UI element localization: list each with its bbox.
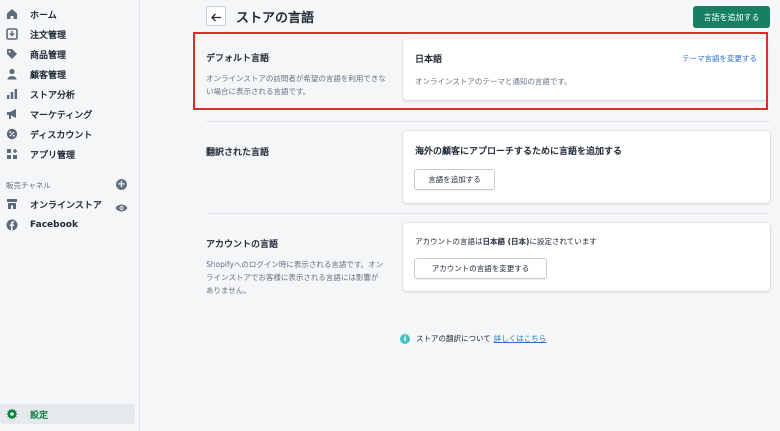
sidebar: ホーム 注文管理 商品管理 顧客管理 ストア分析 マーケティング ディスカウント… — [0, 0, 140, 431]
eye-icon[interactable] — [115, 198, 128, 217]
sidebar-item-products[interactable]: 商品管理 — [6, 45, 66, 63]
sidebar-item-label: オンラインストア — [30, 200, 102, 211]
add-language-card-button[interactable]: 言語を追加する — [414, 169, 495, 190]
translated-languages-card: 海外の顧客にアプローチするために言語を追加する 言語を追加する — [403, 131, 770, 203]
sidebar-item-settings[interactable]: 設定 — [6, 405, 48, 423]
sidebar-item-label: ストア分析 — [30, 90, 76, 101]
apps-icon — [6, 148, 18, 160]
sidebar-item-label: 商品管理 — [30, 50, 67, 61]
translated-languages-card-title: 海外の顧客にアプローチするために言語を追加する — [415, 147, 623, 157]
footer-help: i ストアの翻訳について 詳しくはこちら — [400, 333, 546, 344]
sidebar-item-orders[interactable]: 注文管理 — [6, 25, 66, 43]
sidebar-item-discounts[interactable]: ディスカウント — [6, 125, 92, 143]
account-language-prefix: アカウントの言語は — [415, 237, 483, 246]
sales-channels-label: 販売チャネル — [6, 181, 51, 190]
megaphone-icon — [6, 108, 18, 120]
sidebar-item-label: Facebook — [30, 220, 78, 230]
sidebar-item-marketing[interactable]: マーケティング — [6, 105, 92, 123]
arrow-left-icon — [210, 7, 222, 26]
account-language-desc: Shopifyへのログイン時に表示される言語です。オンラインストアでお客様に表示… — [206, 260, 384, 295]
sidebar-item-facebook[interactable]: Facebook — [6, 216, 78, 234]
account-language-card: アカウントの言語は日本語 (日本)に設定されています アカウントの言語を変更する — [403, 223, 770, 291]
person-icon — [6, 68, 18, 80]
footer-text: ストアの翻訳について — [416, 334, 491, 343]
account-language-value: 日本語 (日本) — [482, 237, 530, 246]
sidebar-item-apps[interactable]: アプリ管理 — [6, 145, 75, 163]
sidebar-item-label: ディスカウント — [30, 130, 93, 141]
home-icon — [6, 8, 18, 20]
add-sales-channel-icon[interactable]: + — [116, 179, 127, 190]
account-language-text: アカウントの言語は日本語 (日本)に設定されています — [415, 236, 597, 247]
store-icon — [6, 198, 18, 210]
sidebar-item-online-store[interactable]: オンラインストア — [6, 195, 102, 213]
gear-icon — [6, 408, 18, 420]
sidebar-item-label: 顧客管理 — [30, 70, 67, 81]
info-icon: i — [400, 333, 410, 344]
tag-icon — [6, 48, 18, 60]
account-language-suffix: に設定されています — [529, 237, 597, 246]
account-language-title: アカウントの言語 — [206, 240, 279, 250]
page-title: ストアの言語 — [236, 11, 315, 26]
change-account-language-button[interactable]: アカウントの言語を変更する — [414, 258, 547, 279]
highlight-box — [193, 32, 768, 110]
sidebar-item-label: マーケティング — [30, 110, 93, 121]
sidebar-item-home[interactable]: ホーム — [6, 5, 57, 23]
sidebar-item-label: 設定 — [30, 410, 49, 421]
sidebar-item-analytics[interactable]: ストア分析 — [6, 85, 75, 103]
sidebar-item-customers[interactable]: 顧客管理 — [6, 65, 66, 83]
add-language-button[interactable]: 言語を追加する — [693, 6, 770, 28]
sidebar-item-label: 注文管理 — [30, 30, 67, 41]
discount-icon — [6, 128, 18, 140]
divider — [206, 213, 770, 214]
learn-more-link[interactable]: 詳しくはこちら — [494, 333, 547, 344]
bar-chart-icon — [6, 88, 18, 100]
back-button[interactable] — [206, 6, 226, 26]
translated-languages-title: 翻訳された言語 — [206, 148, 270, 158]
orders-icon — [6, 28, 18, 40]
facebook-icon — [6, 219, 18, 231]
divider — [206, 121, 770, 122]
sidebar-item-label: ホーム — [30, 10, 57, 21]
sidebar-item-label: アプリ管理 — [30, 150, 76, 161]
